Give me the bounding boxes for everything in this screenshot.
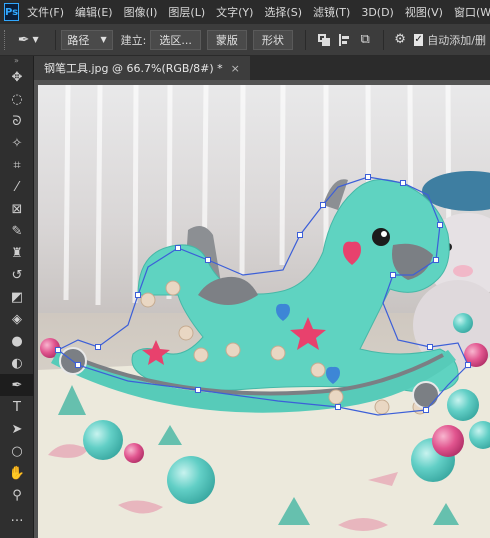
menu-layer[interactable]: 图层(L): [168, 4, 205, 20]
document-tab[interactable]: 钢笔工具.jpg @ 66.7%(RGB/8#) * ×: [34, 56, 250, 80]
pen-mode-value: 路径: [67, 33, 90, 47]
paint-bucket-tool-icon[interactable]: ◈: [0, 308, 34, 330]
home-handle-icon: [4, 29, 10, 50]
ball: [453, 313, 473, 333]
move-tool-icon[interactable]: ✥: [0, 66, 34, 88]
document-title: 钢笔工具.jpg @ 66.7%(RGB/8#) *: [44, 62, 223, 75]
ball: [124, 443, 144, 463]
menu-type[interactable]: 文字(Y): [216, 4, 253, 20]
menu-window[interactable]: 窗口(W): [454, 4, 490, 20]
mask-button[interactable]: 蒙版: [206, 29, 247, 50]
ball: [167, 456, 215, 504]
gear-icon[interactable]: ⚙: [394, 32, 406, 47]
crop-tool-icon[interactable]: ⌗: [0, 154, 34, 176]
photoshop-logo[interactable]: Ps: [4, 3, 20, 21]
ball: [432, 425, 464, 457]
menu-select[interactable]: 选择(S): [264, 4, 302, 20]
history-brush-tool-icon[interactable]: ↺: [0, 264, 34, 286]
pen-tool-icon[interactable]: ✒: [0, 374, 34, 396]
divider: [304, 29, 306, 50]
menu-view[interactable]: 视图(V): [405, 4, 443, 20]
auto-add-delete-checkbox[interactable]: ✓: [413, 33, 424, 46]
hand-tool-icon[interactable]: ✋: [0, 462, 34, 484]
chevron-down-icon: ▼: [32, 35, 39, 44]
path-arrangement-icon[interactable]: ⧉: [360, 32, 371, 47]
dodge-tool-icon[interactable]: ◐: [0, 352, 34, 374]
menu-bar: Ps 文件(F) 编辑(E) 图像(I) 图层(L) 文字(Y) 选择(S) 滤…: [0, 0, 490, 24]
menu-edit[interactable]: 编辑(E): [75, 4, 113, 20]
options-bar: ✒ ▼ 路径 ▼ 建立: 选区... 蒙版 形状 ⧉ ⚙ ✓ 自动添加/删: [0, 24, 490, 56]
path-alignment-icon[interactable]: [339, 33, 350, 46]
collapse-icon[interactable]: »: [0, 56, 33, 66]
ball: [83, 420, 123, 460]
ball: [447, 389, 479, 421]
document-tab-bar: 钢笔工具.jpg @ 66.7%(RGB/8#) * ×: [34, 56, 490, 80]
path-operations-icon[interactable]: [317, 33, 330, 46]
zoom-tool-icon[interactable]: ⚲: [0, 484, 34, 506]
chevron-down-icon: ▼: [100, 35, 107, 44]
path-select-tool-icon[interactable]: ➤: [0, 418, 34, 440]
menu-image[interactable]: 图像(I): [124, 4, 158, 20]
blur-tool-icon[interactable]: ●: [0, 330, 34, 352]
tools-panel: » ✥ ◌ ᘐ ✧ ⌗ ⁄ ⊠ ✎ ♜ ↺ ◩ ◈ ● ◐ ✒ T ➤ ○ ✋ ⚲…: [0, 56, 34, 538]
type-tool-icon[interactable]: T: [0, 396, 34, 418]
selection-button[interactable]: 选区...: [150, 29, 201, 50]
magic-wand-tool-icon[interactable]: ✧: [0, 132, 34, 154]
menu-file[interactable]: 文件(F): [27, 4, 64, 20]
shape-button[interactable]: 形状: [252, 29, 293, 50]
divider: [54, 29, 56, 50]
eyedropper-tool-icon[interactable]: ⁄: [0, 176, 34, 198]
build-label: 建立:: [120, 33, 147, 47]
marquee-tool-icon[interactable]: ◌: [0, 88, 34, 110]
brush-tool-icon[interactable]: ✎: [0, 220, 34, 242]
divider: [383, 29, 385, 50]
ellipse-tool-icon[interactable]: ○: [0, 440, 34, 462]
pen-mode-select[interactable]: 路径 ▼: [61, 29, 113, 50]
canvas-image: [38, 85, 490, 538]
lasso-tool-icon[interactable]: ᘐ: [0, 110, 34, 132]
canvas[interactable]: [38, 85, 490, 538]
auto-add-delete-label: 自动添加/删: [427, 33, 487, 47]
eraser-tool-icon[interactable]: ◩: [0, 286, 34, 308]
mores-tool-icon[interactable]: …: [0, 506, 34, 528]
menu-filter[interactable]: 滤镜(T): [313, 4, 350, 20]
close-icon[interactable]: ×: [231, 62, 240, 75]
frame-tool-icon[interactable]: ⊠: [0, 198, 34, 220]
menu-3d[interactable]: 3D(D): [361, 6, 394, 19]
pen-preset-icon[interactable]: ✒ ▼: [18, 32, 39, 48]
stamp-tool-icon[interactable]: ♜: [0, 242, 34, 264]
